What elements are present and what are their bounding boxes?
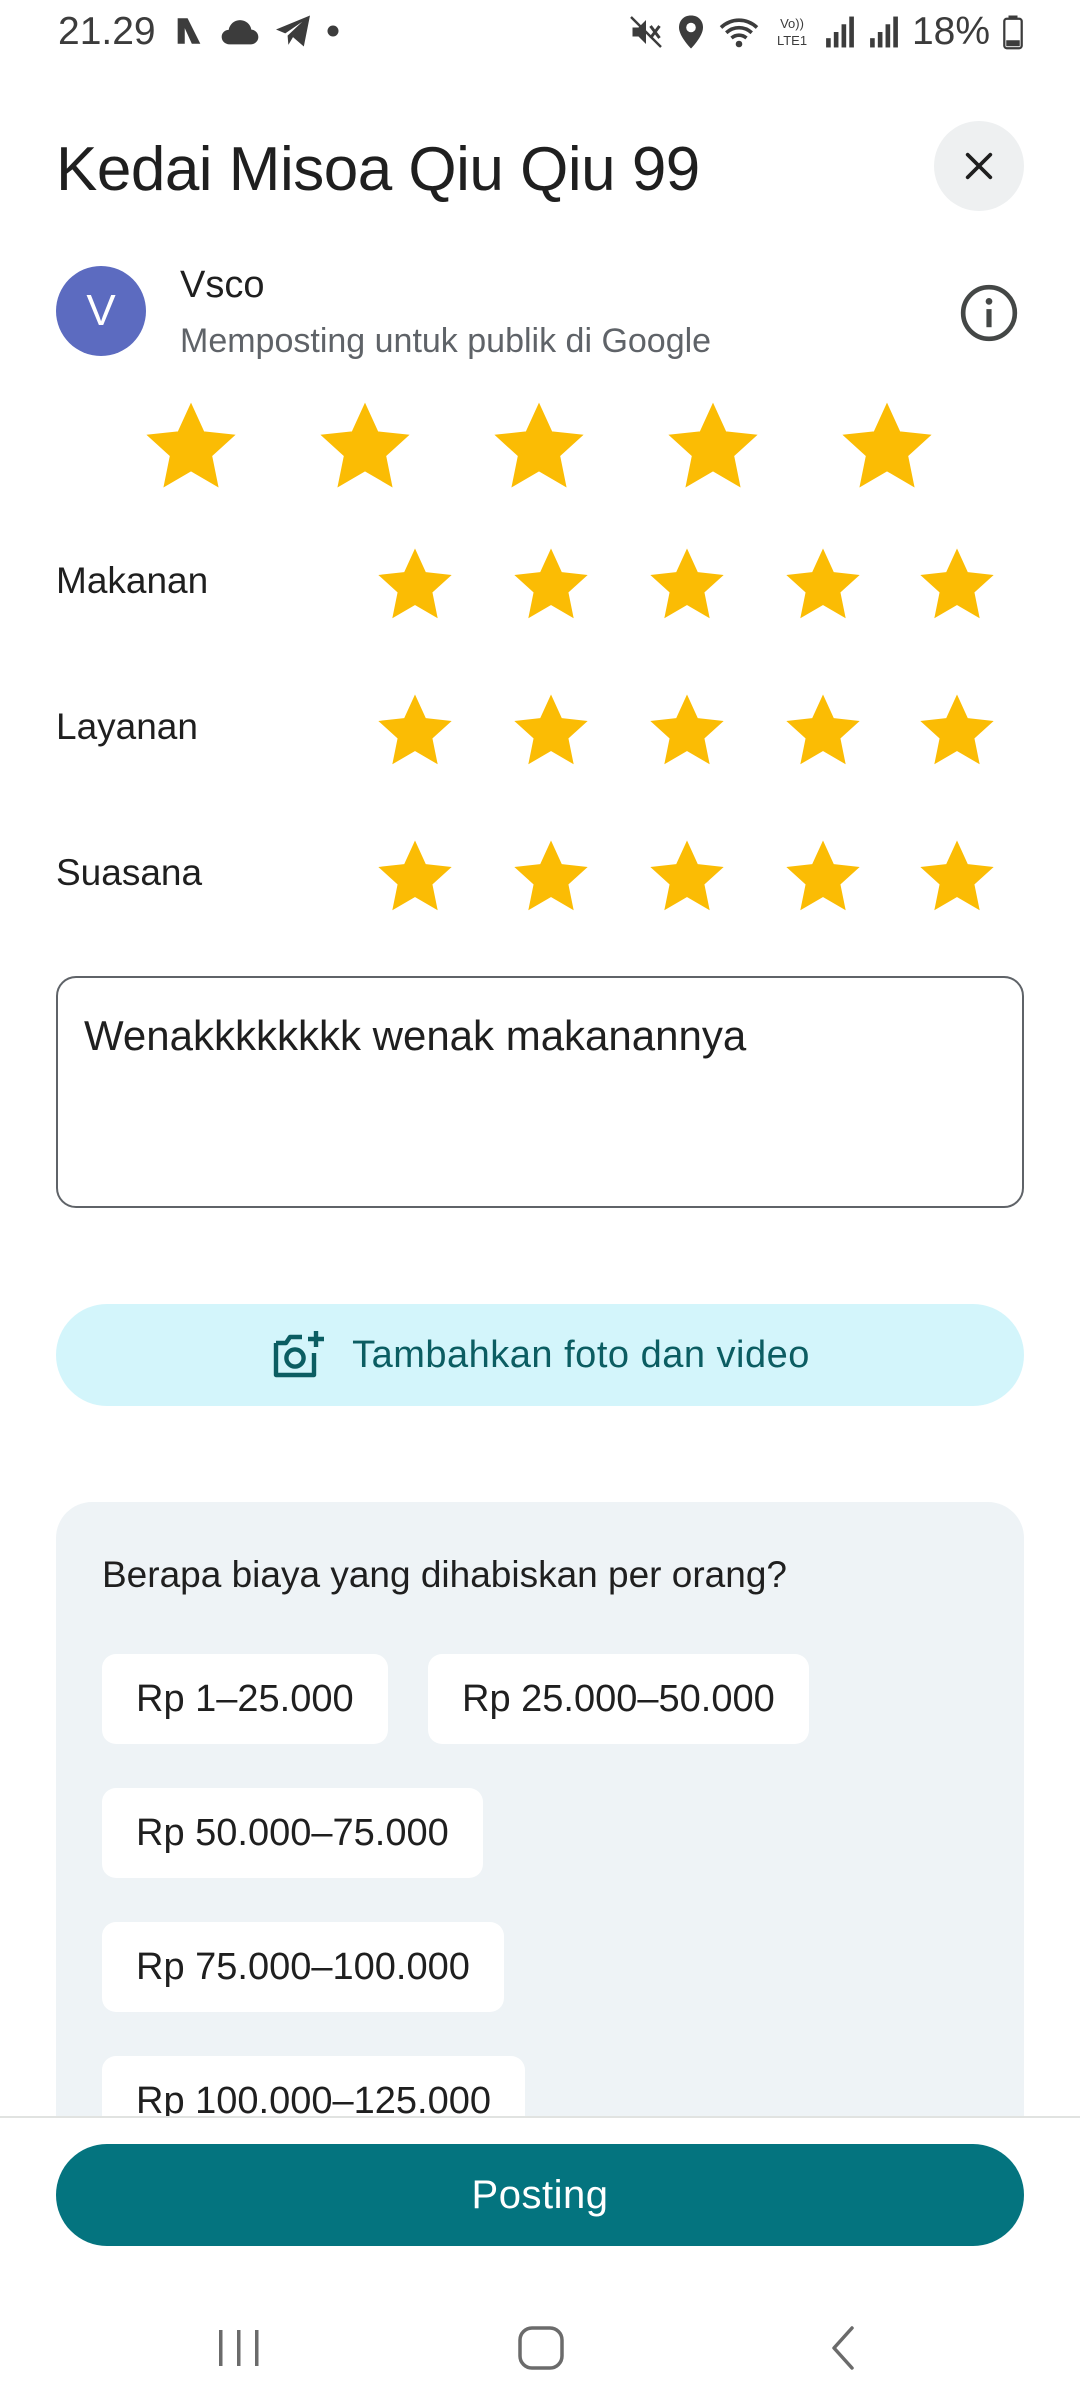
- review-screen: 21.29 Vo)) LTE1 18% Kedai Misoa Qiu Qiu …: [0, 0, 1080, 2408]
- price-question: Berapa biaya yang dihabiskan per orang?: [102, 1554, 787, 1595]
- volte-icon: Vo)) LTE1: [777, 16, 807, 48]
- navigation-bar: [0, 2300, 1080, 2408]
- dot-icon: [327, 25, 339, 37]
- add-photo-label: Tambahkan foto dan video: [352, 1333, 810, 1376]
- aspect-row-layanan: Layanan: [0, 684, 1080, 774]
- cloud-icon: [221, 20, 259, 45]
- star-icon[interactable]: [920, 694, 994, 768]
- page-title: Kedai Misoa Qiu Qiu 99: [56, 135, 700, 204]
- star-icon[interactable]: [786, 840, 860, 914]
- aspect-row-makanan: Makanan: [0, 538, 1080, 628]
- star-icon[interactable]: [920, 548, 994, 622]
- nfc-tap-icon: [177, 18, 201, 44]
- star-icon[interactable]: [650, 840, 724, 914]
- posting-visibility-text: Memposting untuk publik di Google: [180, 322, 712, 360]
- star-icon[interactable]: [786, 694, 860, 768]
- svg-text:LTE1: LTE1: [777, 33, 807, 48]
- star-icon[interactable]: [650, 548, 724, 622]
- price-chip[interactable]: Rp 50.000–75.000: [102, 1788, 483, 1878]
- price-chip[interactable]: Rp 25.000–50.000: [428, 1654, 809, 1744]
- post-button[interactable]: Posting: [56, 2144, 1024, 2246]
- star-icon[interactable]: [378, 548, 452, 622]
- status-bar: 21.29 Vo)) LTE1 18%: [0, 0, 1080, 66]
- status-right-icons: Vo)) LTE1 18%: [628, 10, 1024, 54]
- telegram-icon: [276, 15, 310, 47]
- aspect-label: Layanan: [56, 706, 198, 747]
- star-icon[interactable]: [668, 402, 758, 492]
- close-icon: [965, 152, 993, 180]
- close-button[interactable]: [934, 121, 1024, 211]
- star-icon[interactable]: [494, 402, 584, 492]
- signal-icon: [870, 16, 898, 48]
- aspect-row-suasana: Suasana: [0, 830, 1080, 920]
- overall-rating: [0, 402, 1080, 502]
- back-icon[interactable]: [820, 2320, 866, 2376]
- location-icon: [678, 15, 703, 49]
- user-name: Vsco: [180, 264, 265, 306]
- star-icon[interactable]: [920, 840, 994, 914]
- avatar: V: [56, 266, 146, 356]
- review-textarea[interactable]: Wenakkkkkkkk wenak makanannya: [56, 976, 1024, 1208]
- price-chip[interactable]: Rp 1–25.000: [102, 1654, 388, 1744]
- star-icon[interactable]: [378, 694, 452, 768]
- star-icon[interactable]: [378, 840, 452, 914]
- add-photo-button[interactable]: Tambahkan foto dan video: [56, 1304, 1024, 1406]
- status-left-icons: [172, 14, 340, 48]
- price-panel: Berapa biaya yang dihabiskan per orang? …: [56, 1502, 1024, 2142]
- battery-percent: 18%: [911, 10, 990, 53]
- battery-icon: [1003, 15, 1023, 50]
- svg-text:Vo)): Vo)): [780, 16, 804, 31]
- recents-icon[interactable]: [214, 2320, 264, 2376]
- star-icon[interactable]: [514, 694, 588, 768]
- status-time: 21.29: [58, 10, 156, 53]
- aspect-label: Makanan: [56, 560, 209, 601]
- wifi-icon: [719, 18, 759, 48]
- home-icon[interactable]: [514, 2320, 568, 2376]
- star-icon[interactable]: [842, 402, 932, 492]
- star-icon[interactable]: [514, 840, 588, 914]
- info-icon: [960, 284, 1018, 342]
- star-icon[interactable]: [146, 402, 236, 492]
- aspect-label: Suasana: [56, 852, 203, 893]
- info-button[interactable]: [958, 282, 1020, 344]
- signal-icon: [826, 16, 854, 48]
- add-photo-icon: [273, 1331, 325, 1378]
- mute-icon: [630, 16, 662, 48]
- star-icon[interactable]: [320, 402, 410, 492]
- star-icon[interactable]: [514, 548, 588, 622]
- star-icon[interactable]: [650, 694, 724, 768]
- star-icon[interactable]: [786, 548, 860, 622]
- price-chip[interactable]: Rp 75.000–100.000: [102, 1922, 504, 2012]
